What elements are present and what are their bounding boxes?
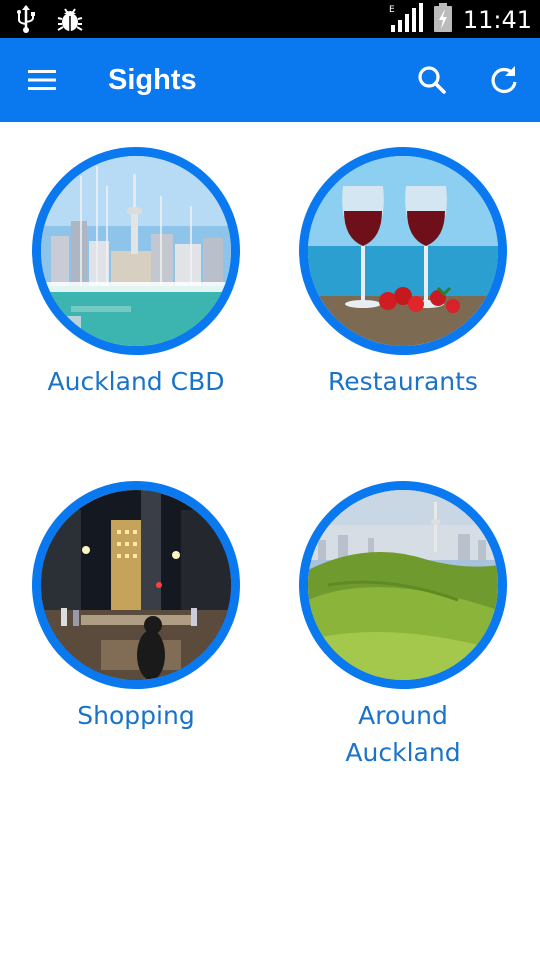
tile-around-auckland[interactable]: Around Auckland (278, 481, 528, 771)
status-bar: E 11:41 (0, 0, 540, 38)
tile-label-line: Around Auckland (345, 701, 461, 767)
status-time: 11:41 (462, 6, 532, 34)
refresh-button[interactable] (484, 60, 524, 100)
app-bar: Sights (0, 38, 540, 122)
signal-icon: E (389, 3, 423, 37)
usb-icon (16, 4, 36, 38)
refresh-icon (491, 66, 517, 94)
tile-label: Auckland CBD (47, 367, 225, 396)
menu-icon (28, 70, 56, 90)
tile-label: Around Auckland (278, 697, 528, 771)
debug-bug-icon (56, 5, 84, 37)
menu-button[interactable] (22, 60, 62, 100)
tile-label: Restaurants (328, 367, 478, 396)
restaurants-image (299, 147, 507, 355)
tile-shopping[interactable]: Shopping (11, 481, 261, 734)
tile-auckland-cbd[interactable]: Auckland CBD (11, 147, 261, 400)
battery-charging-icon (433, 3, 453, 37)
page-title: Sights (108, 64, 197, 96)
tile-restaurants[interactable]: Restaurants (278, 147, 528, 400)
svg-text:E: E (389, 5, 395, 15)
search-icon (418, 66, 446, 94)
shopping-image (32, 481, 240, 689)
auckland-cbd-image (32, 147, 240, 355)
search-button[interactable] (412, 60, 452, 100)
around-auckland-image (299, 481, 507, 689)
tile-label: Shopping (77, 701, 195, 730)
